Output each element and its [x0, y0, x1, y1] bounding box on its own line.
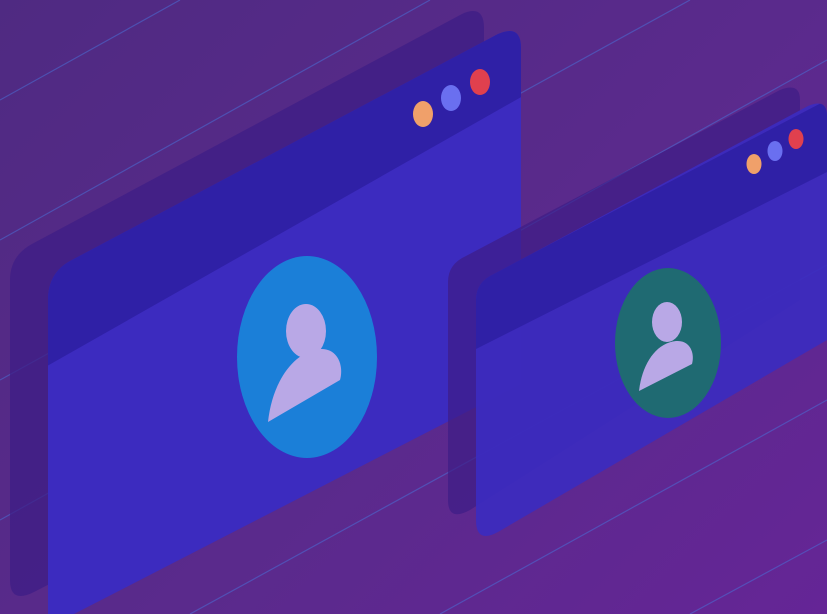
bg-line [0, 0, 181, 101]
user-avatar-icon [615, 268, 721, 418]
bg-line [689, 539, 827, 614]
orange-dot [746, 154, 762, 174]
isometric-illustration [0, 0, 827, 614]
illustration-canvas [0, 0, 827, 614]
avatar-head [652, 302, 682, 342]
blue-dot [441, 85, 461, 111]
orange-dot [413, 101, 433, 127]
user-avatar-icon [237, 256, 377, 458]
red-dot [470, 69, 490, 95]
red-dot [788, 129, 804, 149]
blue-dot [767, 141, 783, 161]
